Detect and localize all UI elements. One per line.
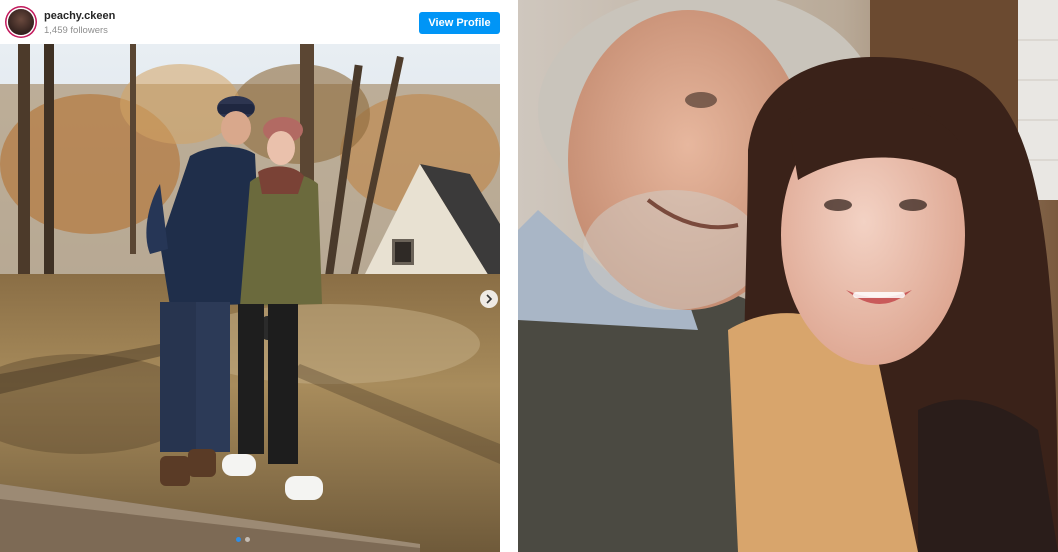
image-divider <box>510 0 518 552</box>
carousel-dot <box>245 537 250 542</box>
carousel-dot-active <box>236 537 241 542</box>
view-profile-button[interactable]: View Profile <box>419 12 500 34</box>
carousel-next-button[interactable] <box>480 290 498 308</box>
username[interactable]: peachy.ckeen <box>44 10 115 22</box>
embed-header: peachy.ckeen 1,459 followers View Profil… <box>0 0 510 44</box>
selfie-photo <box>518 0 1058 552</box>
instagram-embed: peachy.ckeen 1,459 followers View Profil… <box>0 0 510 552</box>
chevron-right-icon <box>486 294 493 304</box>
profile-avatar[interactable] <box>8 9 34 35</box>
post-photo[interactable] <box>0 44 500 552</box>
follower-count: 1,459 followers <box>44 25 108 36</box>
carousel-indicator <box>236 537 250 542</box>
